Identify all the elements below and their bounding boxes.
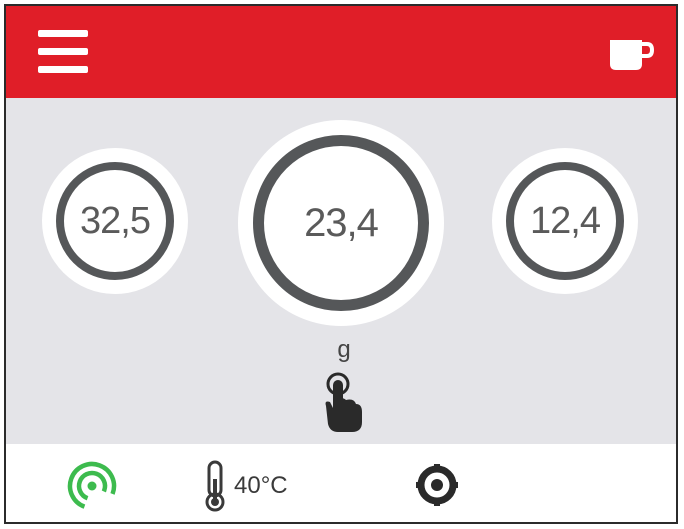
tap-hand-icon (325, 372, 362, 432)
dose-value: 12,4 (530, 199, 601, 242)
coffee-cup-icon[interactable] (608, 34, 654, 74)
status-bar: 40°C (6, 444, 676, 522)
temperature-indicator[interactable]: 40°C (202, 458, 288, 514)
dose-ring: 32,5 (56, 162, 174, 280)
dose-value: 32,5 (80, 199, 151, 242)
hamburger-menu-icon[interactable] (38, 30, 88, 74)
dose-selection-area: 32,5 23,4 12,4 g (6, 98, 676, 444)
dose-ring: 12,4 (506, 162, 624, 280)
app-screen: 32,5 23,4 12,4 g 40°C (4, 4, 678, 524)
dose-value: 23,4 (304, 200, 379, 245)
unit-label: g (337, 336, 351, 363)
header-bar (6, 6, 676, 98)
temperature-value: 40°C (234, 472, 288, 499)
dose-option-selected[interactable]: 23,4 (238, 120, 444, 326)
settings-ring-icon[interactable] (416, 464, 458, 506)
dose-ring: 23,4 (253, 135, 429, 311)
dose-option-right[interactable]: 12,4 (492, 148, 638, 294)
thermometer-icon (205, 460, 225, 512)
dose-option-left[interactable]: 32,5 (42, 148, 188, 294)
wifi-connected-icon[interactable] (66, 460, 118, 510)
